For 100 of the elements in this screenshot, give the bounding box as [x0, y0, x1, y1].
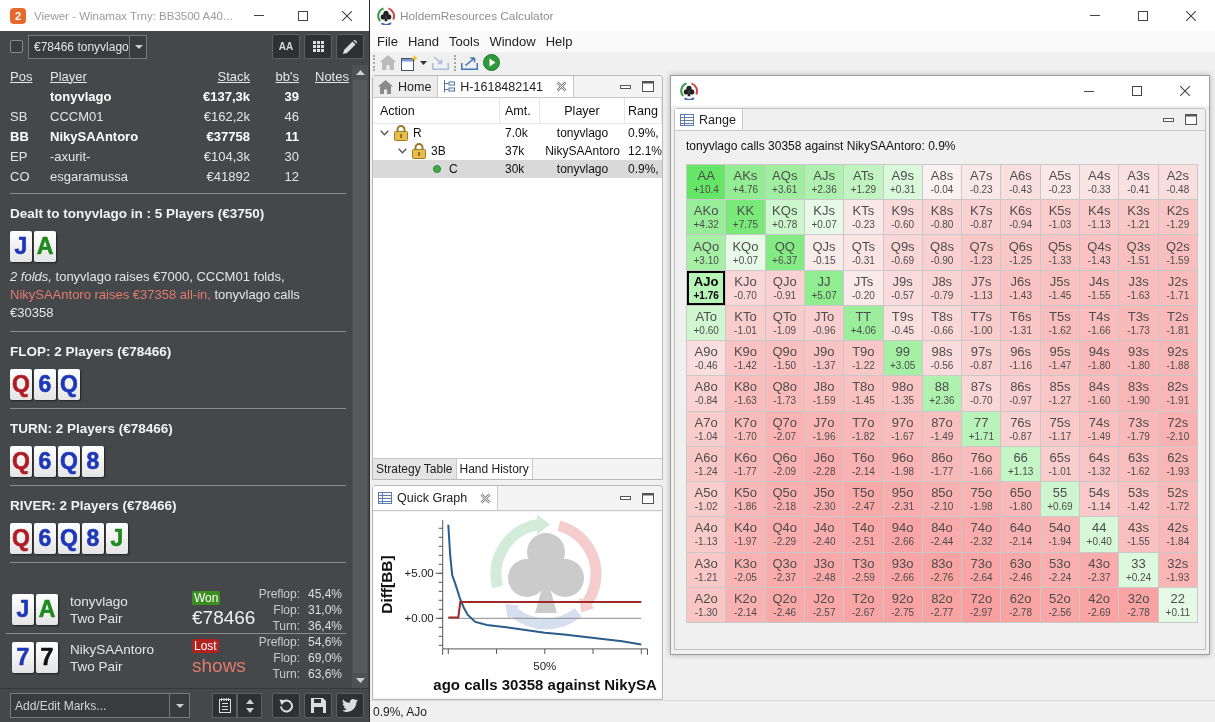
minimize-icon[interactable]: [1163, 117, 1174, 122]
hand-cell[interactable]: 62s -1.93: [1158, 446, 1197, 482]
tab[interactable]: Quick Graph: [373, 486, 499, 510]
hand-cell[interactable]: 22 +0.11: [1158, 587, 1197, 622]
hand-cell[interactable]: 82s -1.91: [1158, 376, 1197, 411]
hand-cell[interactable]: QTo -1.09: [765, 305, 804, 341]
hand-cell[interactable]: A4o -1.13: [687, 517, 726, 552]
hand-cell[interactable]: K4s -1.13: [1080, 200, 1119, 235]
hand-cell[interactable]: T5o -2.47: [844, 482, 883, 517]
hand-cell[interactable]: 83o -2.76: [922, 552, 962, 587]
tab[interactable]: H-1618482141: [438, 76, 575, 97]
hand-cell[interactable]: 84o -2.44: [922, 517, 962, 552]
hand-cell[interactable]: K9s -0.60: [883, 200, 922, 235]
hand-cell[interactable]: KJo -0.70: [726, 270, 765, 305]
hand-cell[interactable]: 86o -1.77: [922, 446, 962, 482]
maximize-icon[interactable]: [1132, 86, 1142, 96]
hand-cell[interactable]: J3o -2.48: [804, 552, 844, 587]
hand-cell[interactable]: AJs +2.36: [804, 165, 844, 200]
hand-cell[interactable]: K5s -1.03: [1040, 200, 1080, 235]
hand-cell[interactable]: 93s -1.80: [1119, 341, 1158, 376]
hand-cell[interactable]: T3s -1.73: [1119, 305, 1158, 341]
hand-cell[interactable]: A2o -1.30: [687, 587, 726, 622]
hand-cell[interactable]: 65s -1.01: [1040, 446, 1080, 482]
hand-cell[interactable]: 55 +0.69: [1040, 482, 1080, 517]
menu-item[interactable]: Tools: [449, 34, 480, 49]
column-header[interactable]: Stack: [160, 68, 250, 84]
hand-cell[interactable]: T5s -1.62: [1040, 305, 1080, 341]
minimize-icon[interactable]: [620, 84, 631, 89]
hand-cell[interactable]: A3o -1.21: [687, 552, 726, 587]
hand-cell[interactable]: T7s -1.00: [962, 305, 1001, 341]
hand-cell[interactable]: J5o -2.30: [804, 482, 844, 517]
hand-cell[interactable]: 92o -2.75: [883, 587, 922, 622]
column-header[interactable]: Action: [373, 98, 500, 123]
hand-cell[interactable]: 63s -1.62: [1119, 446, 1158, 482]
hand-cell[interactable]: 99 +3.05: [883, 341, 922, 376]
grid-button[interactable]: [304, 34, 332, 59]
hand-cell[interactable]: A5o -1.02: [687, 482, 726, 517]
tab[interactable]: Range: [675, 109, 743, 130]
hand-cell[interactable]: KTo -1.01: [726, 305, 765, 341]
hand-cell[interactable]: Q7s -1.23: [962, 235, 1001, 270]
hand-cell[interactable]: A3s -0.41: [1119, 165, 1158, 200]
hand-cell[interactable]: A8s -0.04: [922, 165, 962, 200]
menu-item[interactable]: Help: [545, 34, 573, 49]
close-icon[interactable]: [342, 10, 352, 21]
hand-cell[interactable]: KK +7.75: [726, 200, 765, 235]
hand-cell[interactable]: K8o -1.63: [726, 376, 765, 411]
hand-cell[interactable]: T7o -1.82: [844, 411, 883, 446]
hand-cell[interactable]: K2s -1.29: [1158, 200, 1197, 235]
hand-cell[interactable]: A2s -0.48: [1158, 165, 1197, 200]
menu-item[interactable]: Window: [489, 34, 536, 49]
hand-cell[interactable]: 63o -2.46: [1001, 552, 1040, 587]
hand-cell[interactable]: 44 +0.40: [1080, 517, 1119, 552]
hand-cell[interactable]: JTs -0.20: [844, 270, 883, 305]
hand-cell[interactable]: Q6o -2.09: [765, 446, 804, 482]
hand-cell[interactable]: 53o -2.24: [1040, 552, 1080, 587]
hand-cell[interactable]: 43s -1.55: [1119, 517, 1158, 552]
tree-row[interactable]: 3B 37k NikySAAntoro 12.1%: [373, 142, 662, 160]
hand-cell[interactable]: 43o -2.37: [1080, 552, 1119, 587]
notes-button[interactable]: [212, 693, 237, 718]
tab[interactable]: Home: [373, 76, 439, 97]
maximize-icon[interactable]: [298, 10, 308, 21]
hand-cell[interactable]: A7s -0.23: [962, 165, 1001, 200]
hand-cell[interactable]: 32o -2.78: [1119, 587, 1158, 622]
hand-cell[interactable]: 98o -1.35: [883, 376, 922, 411]
hand-cell[interactable]: T2s -1.81: [1158, 305, 1197, 341]
column-header[interactable]: Player: [50, 68, 160, 84]
hand-cell[interactable]: T4o -2.51: [844, 517, 883, 552]
hand-cell[interactable]: Q8s -0.90: [922, 235, 962, 270]
hand-cell[interactable]: 95o -2.31: [883, 482, 922, 517]
hand-cell[interactable]: 85s -1.27: [1040, 376, 1080, 411]
hand-cell[interactable]: A9s +0.31: [883, 165, 922, 200]
tray-arrow-out-icon[interactable]: [461, 55, 478, 70]
hand-cell[interactable]: T8o -1.45: [844, 376, 883, 411]
hand-cell[interactable]: 52o -2.56: [1040, 587, 1080, 622]
hand-cell[interactable]: J4o -2.40: [804, 517, 844, 552]
marks-field[interactable]: Add/Edit Marks...: [10, 693, 170, 718]
hand-cell[interactable]: J5s -1.45: [1040, 270, 1080, 305]
maximize-icon[interactable]: [1185, 114, 1197, 125]
column-header[interactable]: bb's: [250, 68, 299, 84]
hand-cell[interactable]: 82o -2.77: [922, 587, 962, 622]
hand-cell[interactable]: Q5o -2.18: [765, 482, 804, 517]
hand-cell[interactable]: QJo -0.91: [765, 270, 804, 305]
minimize-icon[interactable]: [620, 496, 631, 500]
hand-cell[interactable]: J6o -2.28: [804, 446, 844, 482]
refresh-button[interactable]: [272, 693, 300, 718]
hand-cell[interactable]: T9s -0.45: [883, 305, 922, 341]
hand-cell[interactable]: Q8o -1.73: [765, 376, 804, 411]
maximize-icon[interactable]: [642, 81, 654, 92]
hand-cell[interactable]: 65o -1.80: [1001, 482, 1040, 517]
hand-cell[interactable]: J2o -2.57: [804, 587, 844, 622]
arrow-down-icon[interactable]: [355, 678, 365, 683]
hand-cell[interactable]: 62o -2.78: [1001, 587, 1040, 622]
hand-cell[interactable]: 72s -2.10: [1158, 411, 1197, 446]
hand-cell[interactable]: A7o -1.04: [687, 411, 726, 446]
hand-cell[interactable]: Q2s -1.59: [1158, 235, 1197, 270]
hand-cell[interactable]: 75s -1.17: [1040, 411, 1080, 446]
hand-cell[interactable]: K3o -2.05: [726, 552, 765, 587]
hand-cell[interactable]: 85o -2.10: [922, 482, 962, 517]
chevron-down-icon[interactable]: [397, 148, 407, 154]
hand-cell[interactable]: KTs -0.23: [844, 200, 883, 235]
